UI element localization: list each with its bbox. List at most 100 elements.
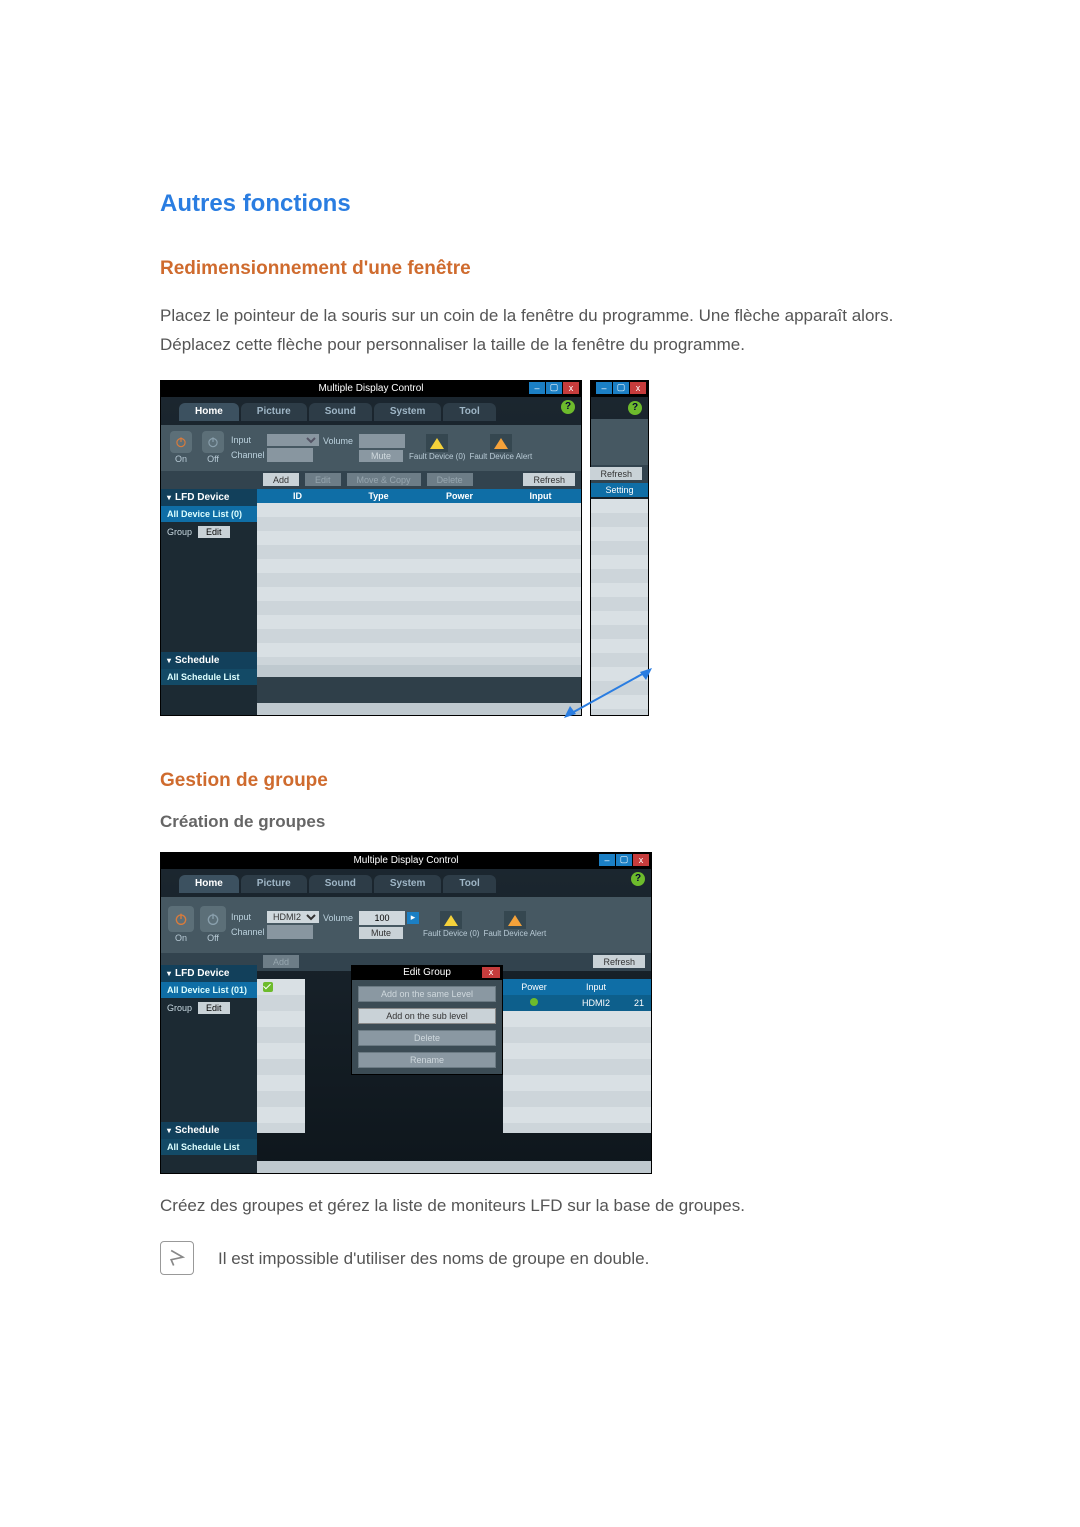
maximize-button[interactable]: ▢ [613, 382, 629, 394]
add-button[interactable]: Add [263, 473, 299, 486]
label-input: Input [231, 435, 265, 445]
side-lfd-section[interactable]: ▾LFD Device [161, 489, 257, 506]
heading-group-create: Création de groupes [160, 812, 920, 832]
side-schedule-section[interactable]: ▾Schedule [161, 652, 257, 669]
maximize-button[interactable]: ▢ [546, 382, 562, 394]
refresh-button[interactable]: Refresh [523, 473, 575, 486]
power-off-button[interactable]: Off [199, 431, 227, 464]
fault-device-alert[interactable]: Fault Device (0) [423, 911, 479, 938]
cell-num: 21 [627, 995, 651, 1011]
side-all-devices[interactable]: All Device List (01) [161, 982, 257, 998]
mute-button[interactable]: Mute [359, 927, 403, 939]
tab-picture[interactable]: Picture [241, 875, 307, 893]
minimize-button[interactable]: – [596, 382, 612, 394]
heading-other-functions: Autres fonctions [160, 190, 920, 218]
edit-button: Edit [305, 473, 341, 486]
window-title-2: Multiple Display Control [353, 855, 458, 866]
app-window-2: Multiple Display Control – ▢ x Home Pict… [160, 852, 652, 1174]
fault-device-alert[interactable]: Fault Device (0) [409, 434, 465, 461]
minimize-button[interactable]: – [529, 382, 545, 394]
help-icon[interactable]: ? [561, 400, 575, 414]
power-on-label: On [175, 933, 187, 943]
refresh-button-back[interactable]: Refresh [590, 467, 642, 480]
help-icon[interactable]: ? [628, 401, 642, 415]
heading-resize-window: Redimensionnement d'une fenêtre [160, 258, 920, 280]
input-select[interactable] [267, 434, 319, 446]
app-window-back: – ▢ x ? Refresh Setting [590, 380, 649, 716]
side-all-devices[interactable]: All Device List (0) [161, 506, 257, 522]
add-same-level-button: Add on the same Level [358, 986, 496, 1002]
power-off-label: Off [207, 933, 219, 943]
side-lfd-section[interactable]: ▾LFD Device [161, 965, 257, 982]
label-input: Input [231, 912, 265, 922]
close-button[interactable]: x [633, 854, 649, 866]
channel-spinner[interactable] [267, 925, 313, 939]
volume-spinner[interactable] [359, 434, 405, 448]
tab-system[interactable]: System [374, 875, 442, 893]
fault-alert-label: Fault Device Alert [469, 453, 532, 461]
col-type: Type [338, 489, 419, 503]
cell-input: HDMI2 [565, 995, 627, 1011]
tab-picture[interactable]: Picture [241, 403, 307, 421]
side-panel: ▾LFD Device All Device List (0) GroupEdi… [161, 489, 257, 715]
power-off-label: Off [207, 454, 219, 464]
minimize-button[interactable]: – [599, 854, 615, 866]
popup-close-button[interactable]: x [482, 967, 500, 978]
volume-apply-icon[interactable]: ▸ [407, 912, 419, 924]
delete-button: Delete [427, 473, 473, 486]
row-checkbox[interactable] [263, 982, 273, 992]
window-title: Multiple Display Control [318, 383, 423, 394]
refresh-button[interactable]: Refresh [593, 955, 645, 968]
input-select[interactable]: HDMI2 [267, 911, 319, 923]
power-on-button[interactable]: On [167, 906, 195, 943]
col-id: ID [257, 489, 338, 503]
tab-sound[interactable]: Sound [309, 403, 372, 421]
tab-home[interactable]: Home [179, 403, 239, 421]
app-window-front: Multiple Display Control – ▢ x Home Pict… [160, 380, 582, 716]
edit-group-dialog: Edit Group x Add on the same Level Add o… [351, 965, 503, 1075]
col-input: Input [565, 979, 627, 995]
maximize-button[interactable]: ▢ [616, 854, 632, 866]
volume-spinner[interactable] [359, 911, 405, 925]
horizontal-scrollbar-2[interactable] [257, 703, 581, 715]
add-sub-level-button[interactable]: Add on the sub level [358, 1008, 496, 1024]
tab-sound[interactable]: Sound [309, 875, 372, 893]
tab-tool[interactable]: Tool [443, 403, 495, 421]
col-setting: Setting [591, 483, 648, 497]
note-text: Il est impossible d'utiliser des noms de… [218, 1245, 649, 1274]
side-all-schedule[interactable]: All Schedule List [161, 1139, 257, 1155]
col-power: Power [503, 979, 565, 995]
help-icon[interactable]: ? [631, 872, 645, 886]
side-all-schedule[interactable]: All Schedule List [161, 669, 257, 685]
side-group-label: Group [167, 1003, 192, 1013]
label-volume: Volume [323, 436, 357, 446]
side-panel: ▾LFD Device All Device List (01) Group Ed… [161, 965, 257, 1173]
fault-device-alert-btn[interactable]: Fault Device Alert [469, 434, 532, 461]
close-button[interactable]: x [630, 382, 646, 394]
popup-title: Edit Group [403, 967, 451, 978]
grid-header: ID Type Power Input [257, 489, 581, 503]
mute-button[interactable]: Mute [359, 450, 403, 462]
move-copy-button: Move & Copy [347, 473, 421, 486]
power-on-button[interactable]: On [167, 431, 195, 464]
tab-home[interactable]: Home [179, 875, 239, 893]
popup-delete-button: Delete [358, 1030, 496, 1046]
note-icon [160, 1241, 194, 1275]
fault-device-alert-btn[interactable]: Fault Device Alert [483, 911, 546, 938]
paragraph-create-groups: Créez des groupes et gérez la liste de m… [160, 1192, 920, 1221]
power-off-button[interactable]: Off [199, 906, 227, 943]
add-button: Add [263, 955, 299, 968]
close-button[interactable]: x [563, 382, 579, 394]
channel-spinner[interactable] [267, 448, 313, 462]
side-schedule-section[interactable]: ▾Schedule [161, 1122, 257, 1139]
cell-power [503, 995, 565, 1011]
horizontal-scrollbar[interactable] [257, 1161, 651, 1173]
tab-system[interactable]: System [374, 403, 442, 421]
side-edit-button[interactable]: Edit [198, 1002, 230, 1014]
label-channel: Channel [231, 927, 265, 937]
horizontal-scrollbar[interactable] [257, 665, 581, 677]
side-edit-button[interactable]: Edit [198, 526, 230, 538]
tab-tool[interactable]: Tool [443, 875, 495, 893]
col-input: Input [500, 489, 581, 503]
power-on-label: On [175, 454, 187, 464]
